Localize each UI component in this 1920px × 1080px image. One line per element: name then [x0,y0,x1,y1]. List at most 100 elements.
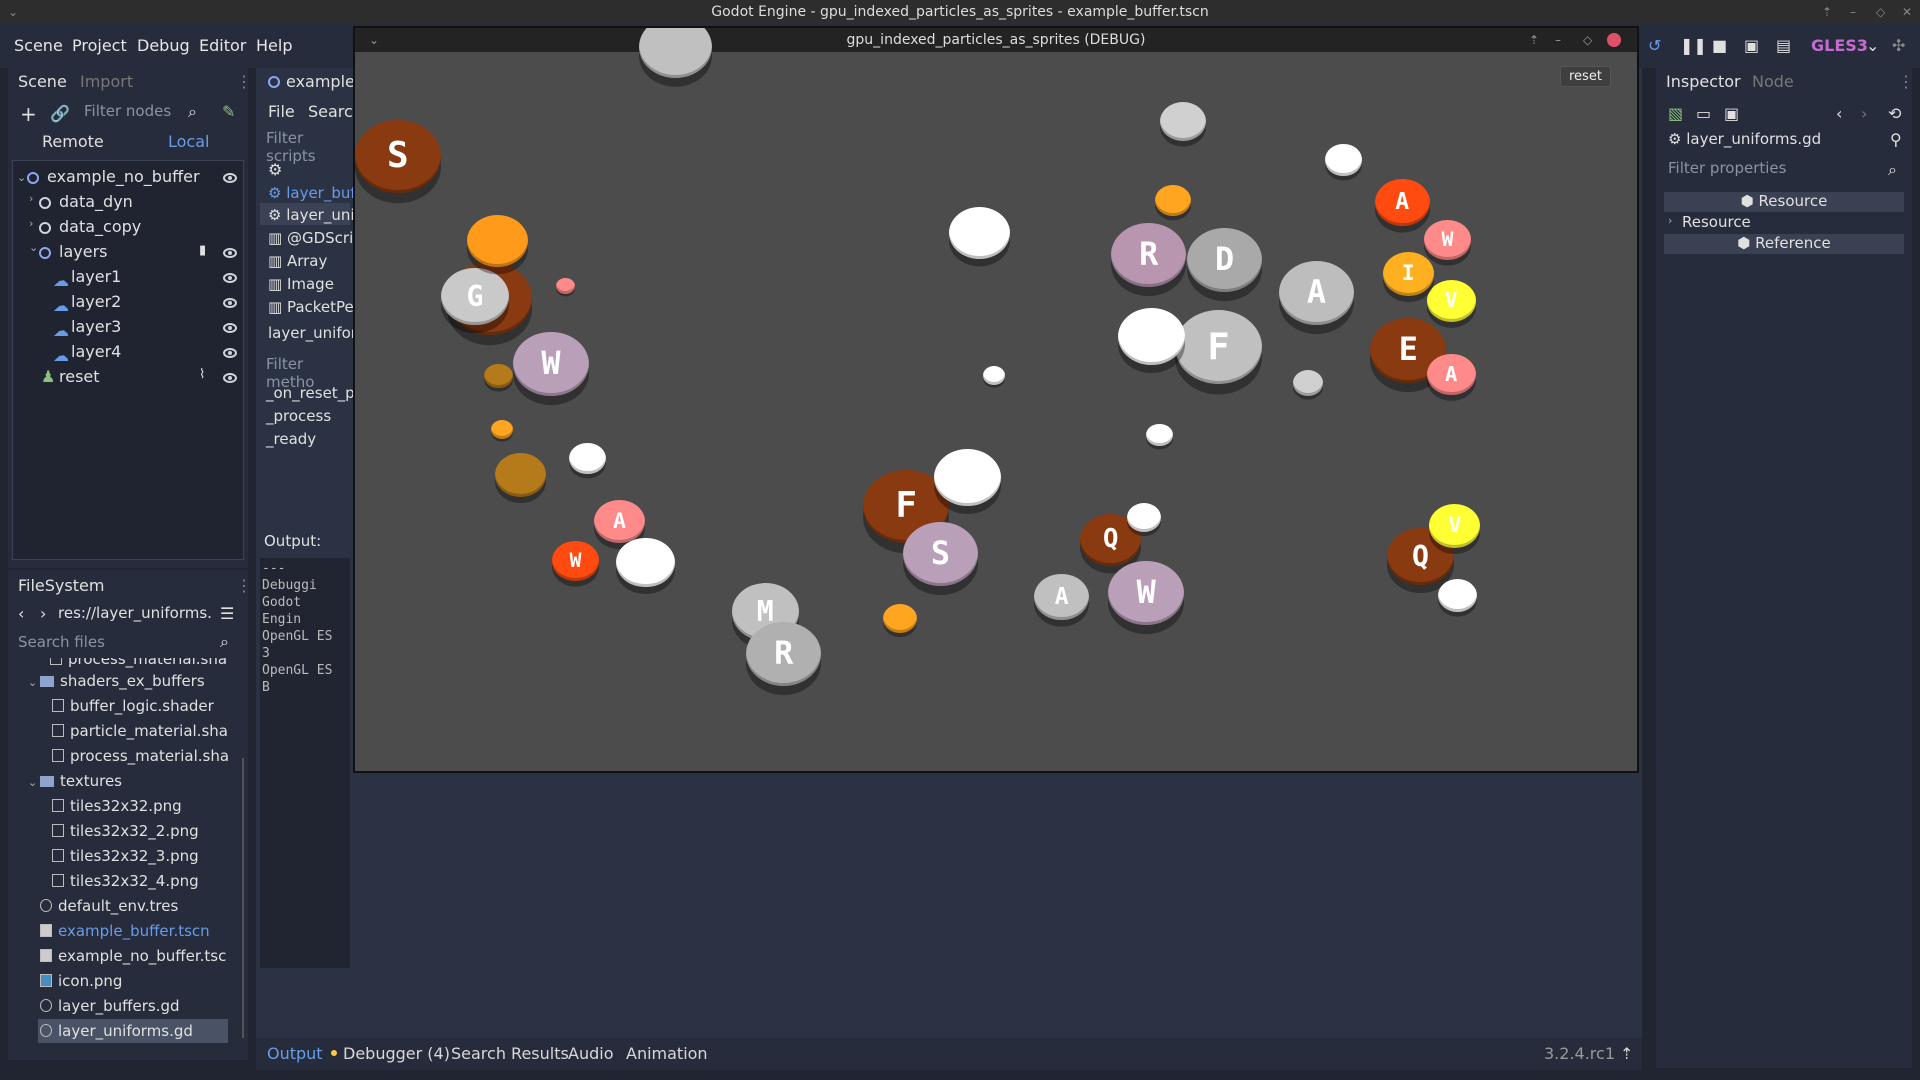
file-item[interactable]: layer_buffers.gd [40,997,180,1015]
window-close-icon[interactable]: ✕ [1902,0,1912,24]
object-menu-icon[interactable]: ⚲ [1890,130,1902,149]
method-item[interactable]: _on_reset_pr [266,384,361,402]
section-reference-header[interactable]: ⬢ Reference [1664,234,1904,254]
file-item[interactable]: process_material.sha [52,747,229,765]
menu-project[interactable]: Project [72,36,127,55]
visibility-icon[interactable] [223,173,237,183]
tab-output[interactable]: Output [267,1044,323,1063]
local-button[interactable]: Local [168,132,209,151]
window-minimize-icon[interactable]: – [1850,0,1856,24]
play-icon[interactable]: ↺ [1648,36,1661,55]
link-icon[interactable]: 🔗 [50,104,70,123]
tab-debugger[interactable]: Debugger (4) [343,1044,450,1063]
chevron-left-icon[interactable]: ‹ [1836,104,1842,123]
tree-node-root[interactable]: example_no_buffer [47,167,200,186]
open-folder-icon[interactable]: ▭ [1696,104,1711,123]
chevron-down-icon[interactable]: ⌄ [29,241,38,254]
split-mode-icon[interactable]: ☰ [220,604,234,623]
chevron-right-icon[interactable]: › [40,604,46,623]
scrollbar[interactable] [242,758,244,1038]
expand-panel-icon[interactable]: ⇡ [1620,1044,1633,1063]
visibility-icon[interactable] [223,273,237,283]
signal-icon[interactable]: ⌇ [199,367,205,382]
menu-scene[interactable]: Scene [14,36,63,55]
tab-search-results[interactable]: Search Results [451,1044,569,1063]
tree-node-layer1[interactable]: layer1 [71,267,121,286]
pause-icon[interactable]: ❚❚ [1680,36,1707,55]
file-item[interactable]: process_material.sha [50,658,227,668]
script-menu-file[interactable]: File [268,102,295,121]
tab-animation[interactable]: Animation [626,1044,708,1063]
save-icon[interactable]: ▣ [1724,104,1739,123]
file-item[interactable]: tiles32x32_3.png [52,847,199,865]
chevron-right-icon[interactable]: › [1861,104,1867,123]
play-custom-scene-icon[interactable]: ▤ [1776,36,1791,55]
menu-editor[interactable]: Editor [199,36,246,55]
doc-item[interactable]: ▥ PacketPe [268,298,354,316]
chevron-left-icon[interactable]: ‹ [18,604,24,623]
file-item[interactable]: example_no_buffer.tsc [40,947,226,965]
visibility-icon[interactable] [223,373,237,383]
section-resource-header[interactable]: ⬢ Resource [1664,192,1904,212]
play-scene-icon[interactable]: ▣ [1744,36,1759,55]
file-item[interactable]: tiles32x32.png [52,797,182,815]
file-item[interactable]: tiles32x32_2.png [52,822,199,840]
visibility-icon[interactable] [223,348,237,358]
attach-script-icon[interactable]: ✎ [222,102,235,121]
dock-menu-icon[interactable]: ⋮ [236,72,252,91]
resource-group[interactable]: Resource [1682,213,1751,231]
filter-scripts-input[interactable]: Filter scripts [260,126,350,165]
renderer-select[interactable]: GLES3 [1811,36,1868,55]
window-restore-icon[interactable]: ◇ [1876,0,1885,24]
visibility-icon[interactable] [223,323,237,333]
tree-node-data-copy[interactable]: data_copy [59,217,141,236]
script-icon[interactable]: ▮ [199,243,206,258]
doc-item[interactable]: ▥ @GDScrip [268,229,363,247]
tree-node-layer2[interactable]: layer2 [71,292,121,311]
method-item[interactable]: _process [266,407,331,425]
script-item[interactable]: ⚙ layer_buf [268,184,356,202]
path-field[interactable]: res://layer_uniforms. [58,604,212,622]
method-item[interactable]: _ready [266,430,316,448]
chevron-down-icon[interactable]: ⌄ [28,676,37,689]
chevron-right-icon[interactable]: › [1668,214,1672,227]
script-item[interactable]: ⚙ layer_uni [268,206,355,224]
filter-properties-input[interactable]: Filter properties [1662,156,1906,182]
menu-debug[interactable]: Debug [137,36,190,55]
file-item[interactable]: buffer_logic.shader [52,697,214,715]
new-resource-icon[interactable]: ▧ [1668,104,1683,123]
game-debug-window[interactable]: gpu_indexed_particles_as_sprites (DEBUG)… [353,26,1639,773]
file-item[interactable]: particle_material.sha [52,722,228,740]
inspected-object[interactable]: ⚙ layer_uniforms.gd [1668,130,1821,148]
chevron-down-icon[interactable]: ⌄ [17,171,26,184]
file-item[interactable]: example_buffer.tscn [40,922,210,940]
file-item[interactable]: icon.png [40,972,122,990]
tree-node-reset[interactable]: reset [59,367,100,386]
visibility-icon[interactable] [223,298,237,308]
stop-icon[interactable]: ■ [1712,36,1727,55]
tab-import[interactable]: Import [80,72,133,91]
tree-node-layers[interactable]: layers [59,242,107,261]
window-menu-icon[interactable]: ⌄ [8,0,18,24]
chevron-right-icon[interactable]: › [29,217,33,230]
add-node-icon[interactable]: + [20,102,37,126]
dock-menu-icon[interactable]: ⋮ [1898,72,1914,91]
tree-node-layer4[interactable]: layer4 [71,342,121,361]
tab-inspector[interactable]: Inspector [1666,72,1741,91]
tab-scene[interactable]: Scene [18,72,67,91]
chevron-down-icon[interactable]: ⌄ [1866,36,1879,55]
history-icon[interactable]: ⟲ [1888,104,1901,123]
remote-button[interactable]: Remote [42,132,104,151]
file-item-selected[interactable]: layer_uniforms.gd [40,1022,193,1040]
dock-menu-icon[interactable]: ⋮ [236,576,252,595]
tab-node[interactable]: Node [1752,72,1794,91]
filter-methods-input[interactable]: Filter metho [260,352,350,391]
tab-audio[interactable]: Audio [568,1044,613,1063]
window-pin-icon[interactable]: ⇡ [1822,0,1832,24]
tree-node-layer3[interactable]: layer3 [71,317,121,336]
chevron-down-icon[interactable]: ⌄ [28,776,37,789]
doc-item[interactable]: ▥ Image [268,275,334,293]
file-item[interactable]: tiles32x32_4.png [52,872,199,890]
folder-item[interactable]: shaders_ex_buffers [40,672,205,690]
folder-item[interactable]: textures [40,772,122,790]
